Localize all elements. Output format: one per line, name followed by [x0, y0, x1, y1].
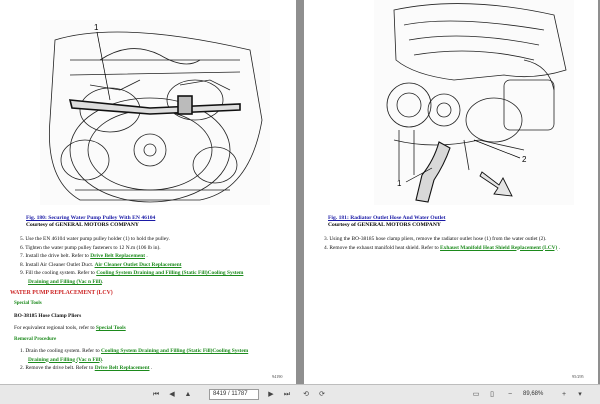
figure-caption: Fig. 180: Securing Water Pump Pulley Wit… [26, 215, 155, 229]
fit-width-icon[interactable]: ▯ [486, 389, 498, 400]
back-icon[interactable]: ⟲ [300, 389, 312, 400]
zoom-level[interactable]: 89,68% [523, 389, 553, 400]
page-number-left: 94190 [272, 374, 283, 379]
step-7: 7. Install the drive belt. Refer to Driv… [20, 253, 148, 260]
special-tools-heading: Special Tools [14, 301, 42, 306]
last-page-icon[interactable]: ⏭ [281, 389, 293, 400]
courtesy-text: Courtesy of GENERAL MOTORS COMPANY [26, 222, 139, 228]
prev-page-icon[interactable]: ◀ [166, 389, 178, 400]
removal-steps: 1. Drain the cooling system. Refer to Co… [20, 347, 290, 373]
install-steps: 5. Use the EN 46104 water pump pulley ho… [20, 235, 290, 287]
removal-cooling-link[interactable]: Cooling System Draining and Filling (Sta… [101, 348, 248, 354]
fit-page-icon[interactable]: ▭ [470, 389, 482, 400]
step-8: 8. Install Air Cleaner Outlet Duct. Air … [20, 261, 182, 268]
air-cleaner-link[interactable]: Air Cleaner Outlet Duct Replacement [95, 262, 182, 268]
cooling-vac-fill-link[interactable]: Draining and Filling (Vac n Fill) [28, 279, 102, 285]
document-page-left: 1 Fig. 180: Securing Water Pump Pulley W… [0, 0, 296, 384]
page-number-input[interactable]: 8419 / 11787 [209, 389, 259, 400]
removal-step-1: 1. Drain the cooling system. Refer to Co… [20, 348, 249, 354]
removal-vac-fill-link[interactable]: Draining and Filling (Vac n Fill) [28, 357, 102, 363]
up-page-icon[interactable]: ▲ [182, 389, 194, 400]
forward-icon[interactable]: ⟳ [316, 389, 328, 400]
tool-line: BO-38185 Hose Clamp Pliers [14, 313, 82, 319]
step-3: 3. Using the BO-38185 hose clamp pliers,… [324, 236, 547, 242]
next-page-icon[interactable]: ▶ [265, 389, 277, 400]
figure-water-pump-pulley: 1 [40, 20, 270, 205]
special-tools-link[interactable]: Special Tools [96, 325, 126, 331]
removal-step-1-cont: Draining and Filling (Vac n Fill). [28, 356, 104, 363]
step-5: 5. Use the EN 46104 water pump pulley ho… [20, 236, 170, 242]
callout-1: 1 [94, 23, 99, 32]
zoom-in-icon[interactable]: + [558, 389, 570, 400]
cooling-fill-link[interactable]: Cooling System Draining and Filling (Sta… [96, 270, 243, 276]
courtesy-text: Courtesy of GENERAL MOTORS COMPANY [328, 222, 441, 228]
step-4: 4. Remove the exhaust manifold heat shie… [324, 244, 560, 251]
step-9: 9. Fill the cooling system. Refer to Coo… [20, 270, 244, 277]
figure-radiator-outlet-hose: 1 2 [374, 0, 574, 205]
regional-tools-text: For equivalent regional tools, refer to … [14, 325, 126, 331]
first-page-icon[interactable]: ⏮ [150, 389, 162, 400]
drive-belt-link[interactable]: Drive Belt Replacement [90, 253, 145, 259]
step-9-cont: Draining and Filling (Vac n Fill). [28, 278, 104, 285]
zoom-menu-icon[interactable]: ▾ [574, 389, 586, 400]
viewer-toolbar: ⏮ ◀ ▲ 8419 / 11787 ▶ ⏭ ⟲ ⟳ ▭ ▯ − 89,68% … [0, 384, 600, 404]
figure-caption: Fig. 181: Radiator Outlet Hose And Water… [328, 215, 445, 229]
figure-caption-link[interactable]: Fig. 181: Radiator Outlet Hose And Water… [328, 215, 445, 221]
step-6: 6. Tighten the water pump pulley fastene… [20, 244, 161, 251]
callout-2: 2 [522, 155, 527, 164]
removal-step-2: 2. Remove the drive belt. Refer to Drive… [20, 365, 153, 372]
section-title: WATER PUMP REPLACEMENT (LCV) [10, 290, 113, 296]
zoom-out-icon[interactable]: − [504, 389, 516, 400]
page-number-right: 95/295 [572, 374, 584, 379]
pdf-viewer: 1 Fig. 180: Securing Water Pump Pulley W… [0, 0, 600, 404]
document-page-right: 1 2 Fig. 181: Radiator Outlet Hose And W… [304, 0, 598, 384]
removal-drive-belt-link[interactable]: Drive Belt Replacement [95, 365, 150, 371]
figure-caption-link[interactable]: Fig. 180: Securing Water Pump Pulley Wit… [26, 215, 155, 221]
removal-steps: 3. Using the BO-38185 hose clamp pliers,… [324, 235, 596, 252]
heat-shield-link[interactable]: Exhaust Manifold Heat Shield Replacement… [440, 245, 557, 251]
callout-1: 1 [397, 179, 402, 188]
removal-heading: Removal Procedure [14, 337, 57, 342]
